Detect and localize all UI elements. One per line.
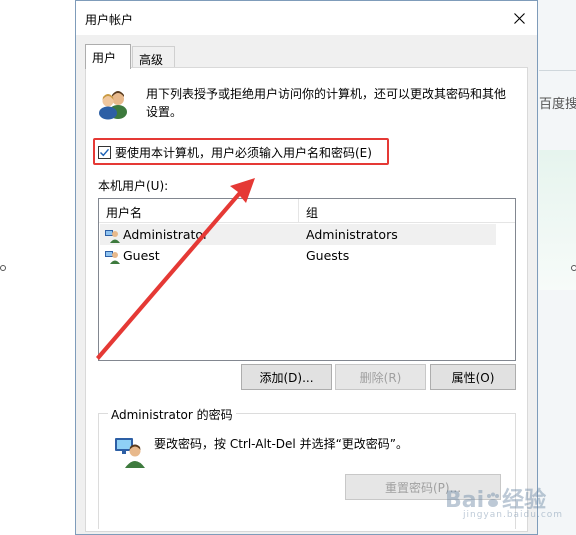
column-header-username[interactable]: 用户名	[106, 204, 142, 221]
remove-user-button[interactable]: 删除(R)	[335, 364, 426, 390]
user-name: Administrator	[123, 227, 209, 242]
background-divider	[539, 70, 576, 71]
selection-handle-right[interactable]	[571, 265, 576, 271]
local-users-label: 本机用户(U):	[98, 179, 169, 193]
tab-advanced[interactable]: 高级	[132, 46, 175, 69]
column-divider[interactable]	[298, 199, 299, 223]
require-login-checkbox-row[interactable]: 要使用本计算机，用户必须输入用户名和密码(E)	[98, 143, 372, 161]
tab-users[interactable]: 用户	[85, 44, 131, 69]
users-tab-panel: 用下列表授予或拒绝用户访问你的计算机，还可以更改其密码和其他设置。 要使用本计算…	[85, 67, 528, 532]
local-users-list[interactable]: 用户名 组 Administrator Administrators Guest…	[98, 198, 516, 361]
watermark-url: jingyan.baidu.com	[463, 510, 564, 520]
close-button[interactable]	[501, 1, 537, 35]
require-login-label: 要使用本计算机，用户必须输入用户名和密码(E)	[115, 145, 372, 160]
background-page-left	[0, 0, 75, 535]
require-login-checkbox[interactable]	[98, 145, 111, 159]
paw-icon	[484, 490, 502, 508]
user-icon	[105, 230, 120, 243]
user-group: Guests	[306, 248, 350, 263]
users-group-icon	[99, 91, 127, 120]
user-accounts-dialog: 用户帐户 用户 高级 用下列表授予或拒绝用户访问你的计算机，还可以更改其密码和其…	[75, 0, 538, 535]
background-search-text: 百度搜索	[539, 97, 576, 112]
table-row-guest[interactable]: Guest Guests	[100, 245, 496, 266]
properties-button[interactable]: 属性(O)	[430, 364, 516, 390]
intro-description: 用下列表授予或拒绝用户访问你的计算机，还可以更改其密码和其他设置。	[146, 87, 507, 119]
title-bar[interactable]: 用户帐户	[76, 1, 537, 35]
table-row-administrator[interactable]: Administrator Administrators	[100, 224, 496, 245]
list-header: 用户名 组	[99, 199, 515, 223]
add-user-button[interactable]: 添加(D)...	[241, 364, 332, 390]
user-group: Administrators	[306, 227, 398, 242]
user-icon	[105, 251, 120, 264]
selection-handle-left[interactable]	[0, 265, 6, 271]
tab-users-label: 用户	[92, 51, 117, 65]
tab-advanced-label: 高级	[139, 53, 164, 67]
window-title: 用户帐户	[85, 13, 134, 27]
password-group-title: Administrator 的密码	[108, 406, 236, 423]
baidu-watermark: Bai 经验 jingyan.baidu.com	[445, 478, 575, 528]
password-user-icon	[115, 438, 145, 468]
user-name: Guest	[123, 248, 160, 263]
password-instruction: 要改密码，按 Ctrl-Alt-Del 并选择“更改密码”。	[154, 437, 409, 451]
column-header-group[interactable]: 组	[306, 204, 318, 221]
close-icon	[513, 12, 525, 24]
checkmark-icon	[100, 148, 110, 156]
